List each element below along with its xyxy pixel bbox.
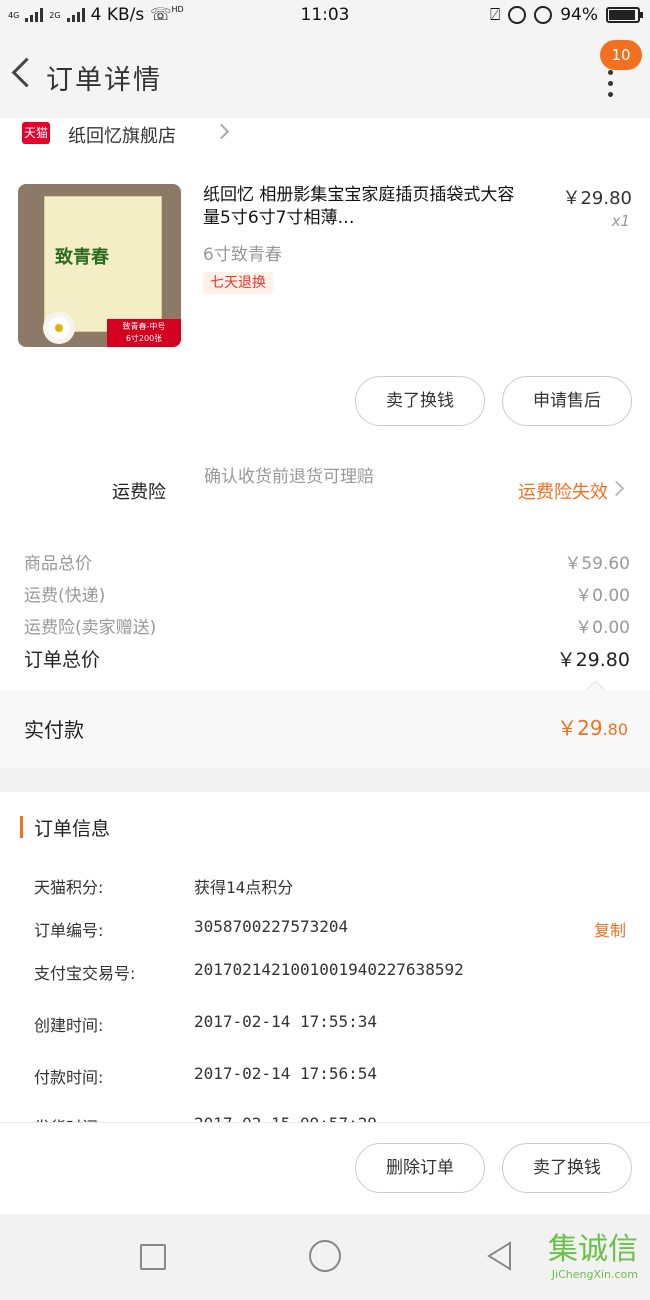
actual-payment-main: ￥29 (557, 716, 603, 740)
watermark-url: JiChengXin.com (551, 1268, 638, 1281)
watermark: 集诚信 JiChengXin.com (548, 1224, 638, 1281)
cost-row-order-total: 订单总价 ￥29.80 (24, 641, 630, 671)
info-value: 3058700227573204 (194, 917, 349, 936)
product-image-tag-line1: 致青春-中号 (122, 322, 166, 331)
product-spec: 6寸致青春 (203, 245, 282, 265)
info-value: 2017-02-15 09:57:29 (194, 1114, 377, 1122)
recent-apps-icon[interactable] (140, 1244, 166, 1270)
chevron-right-icon[interactable] (213, 123, 230, 140)
info-key: 支付宝交易号: (34, 964, 136, 983)
info-key: 订单编号: (34, 921, 104, 940)
info-key: 创建时间: (34, 1016, 104, 1035)
info-row-created-time: 创建时间: 2017-02-14 17:55:34 (34, 1010, 626, 1038)
info-row-paid-time: 付款时间: 2017-02-14 17:56:54 (34, 1062, 626, 1090)
lock-rotation-icon (508, 6, 527, 24)
battery-fill (609, 10, 635, 20)
order-info-title: 订单信息 (34, 818, 111, 840)
actual-payment-decimal: .80 (602, 720, 628, 739)
copy-button[interactable]: 复制 (594, 917, 626, 941)
message-badge[interactable]: 10 (600, 40, 642, 70)
tmall-logo-icon: 天猫 (22, 122, 50, 144)
cost-label: 订单总价 (24, 649, 101, 671)
insurance-status[interactable]: 运费险失效 (518, 478, 608, 504)
status-right: ⍁ 94% (490, 5, 643, 25)
cost-label: 运费险(卖家赠送) (24, 618, 157, 638)
product-quantity: x1 (611, 212, 630, 230)
status-bar: 4G 2G 4 KB/s ☏HD 11:03 ⍁ 94% (0, 0, 650, 32)
home-icon[interactable] (309, 1240, 341, 1272)
album-cover: 致青春 (44, 196, 162, 332)
info-row-alipay-number: 支付宝交易号: 2017021421001001940227638592 (34, 958, 626, 986)
cost-row-insurance: 运费险(卖家赠送) ￥0.00 (24, 609, 630, 639)
section-accent-bar (20, 816, 23, 838)
shipping-insurance-row[interactable]: 运费险 确认收货前退货可理赔 运费险失效 (0, 440, 650, 535)
album-cover-title: 致青春 (55, 247, 109, 268)
back-triangle-icon[interactable] (484, 1240, 516, 1272)
cost-value: ￥0.00 (575, 618, 630, 638)
info-key: 天猫积分: (34, 878, 104, 897)
return-policy-badge: 七天退换 (203, 272, 273, 294)
more-menu-icon[interactable] (606, 70, 614, 98)
info-key: 付款时间: (34, 1068, 104, 1087)
nav-bar: 订单详情 10 (0, 32, 650, 118)
silent-icon: ⍁ (490, 5, 501, 25)
order-info-section: 订单信息 天猫积分: 获得14点积分 订单编号: 305870022757320… (0, 792, 650, 1122)
after-sales-button[interactable]: 申请售后 (502, 376, 632, 426)
page-title: 订单详情 (46, 65, 162, 96)
sell-for-money-button[interactable]: 卖了换钱 (355, 376, 485, 426)
cost-label: 商品总价 (24, 554, 92, 574)
info-key: 发货时间: (34, 1114, 103, 1122)
info-row-order-number: 订单编号: 3058700227573204 复制 (34, 915, 626, 943)
product-price: ￥29.80 (562, 188, 632, 209)
system-nav-bar: 集诚信 JiChengXin.com (0, 1214, 650, 1300)
insurance-description: 确认收货前退货可理赔 (204, 467, 374, 487)
info-row-shipped-time: 发货时间: 2017-02-15 09:57:29 (34, 1112, 626, 1122)
watermark-logo: 集诚信 (548, 1232, 638, 1267)
sell-for-money-button[interactable]: 卖了换钱 (502, 1143, 632, 1193)
alarm-icon (534, 6, 553, 24)
bottom-action-bar: 删除订单 卖了换钱 (0, 1122, 650, 1214)
battery-icon (606, 7, 643, 23)
shop-header[interactable]: 天猫 纸回忆旗舰店 (0, 118, 650, 150)
cost-label: 运费(快递) (24, 586, 106, 606)
cost-row-goods-total: 商品总价 ￥59.60 (24, 545, 630, 575)
info-value: 2017-02-14 17:55:34 (194, 1012, 378, 1031)
delete-order-button[interactable]: 删除订单 (355, 1143, 485, 1193)
product-card: 致青春 致青春-中号 6寸200张 纸回忆 相册影集宝宝家庭插页插袋式大容量5寸… (0, 150, 650, 440)
info-value: 2017021421001001940227638592 (194, 960, 464, 979)
back-arrow-icon[interactable] (6, 54, 34, 94)
actual-payment-amount: ￥29.80 (557, 712, 628, 741)
product-title[interactable]: 纸回忆 相册影集宝宝家庭插页插袋式大容量5寸6寸7寸相薄… (203, 184, 523, 230)
price-breakdown: 商品总价 ￥59.60 运费(快递) ￥0.00 运费险(卖家赠送) ￥0.00… (0, 535, 650, 690)
product-image-tag: 致青春-中号 6寸200张 (107, 319, 181, 347)
info-value: 2017-02-14 17:56:54 (194, 1064, 378, 1083)
cost-value: ￥0.00 (575, 586, 630, 606)
battery-percent: 94% (560, 5, 598, 25)
actual-payment-row: 实付款 ￥29.80 (0, 690, 650, 768)
product-image-tag-line2: 6寸200张 (125, 334, 163, 343)
info-row-points: 天猫积分: 获得14点积分 (34, 872, 626, 900)
insurance-label: 运费险 (112, 482, 166, 503)
chevron-right-icon[interactable] (608, 480, 625, 497)
cost-row-shipping: 运费(快递) ￥0.00 (24, 577, 630, 607)
actual-payment-label: 实付款 (24, 718, 84, 742)
cost-value: ￥29.80 (556, 649, 630, 671)
daisy-decoration (48, 317, 70, 339)
cost-value: ￥59.60 (564, 554, 630, 574)
shop-name[interactable]: 纸回忆旗舰店 (68, 122, 176, 148)
info-value: 获得14点积分 (194, 878, 294, 897)
product-image[interactable]: 致青春 致青春-中号 6寸200张 (18, 184, 181, 347)
